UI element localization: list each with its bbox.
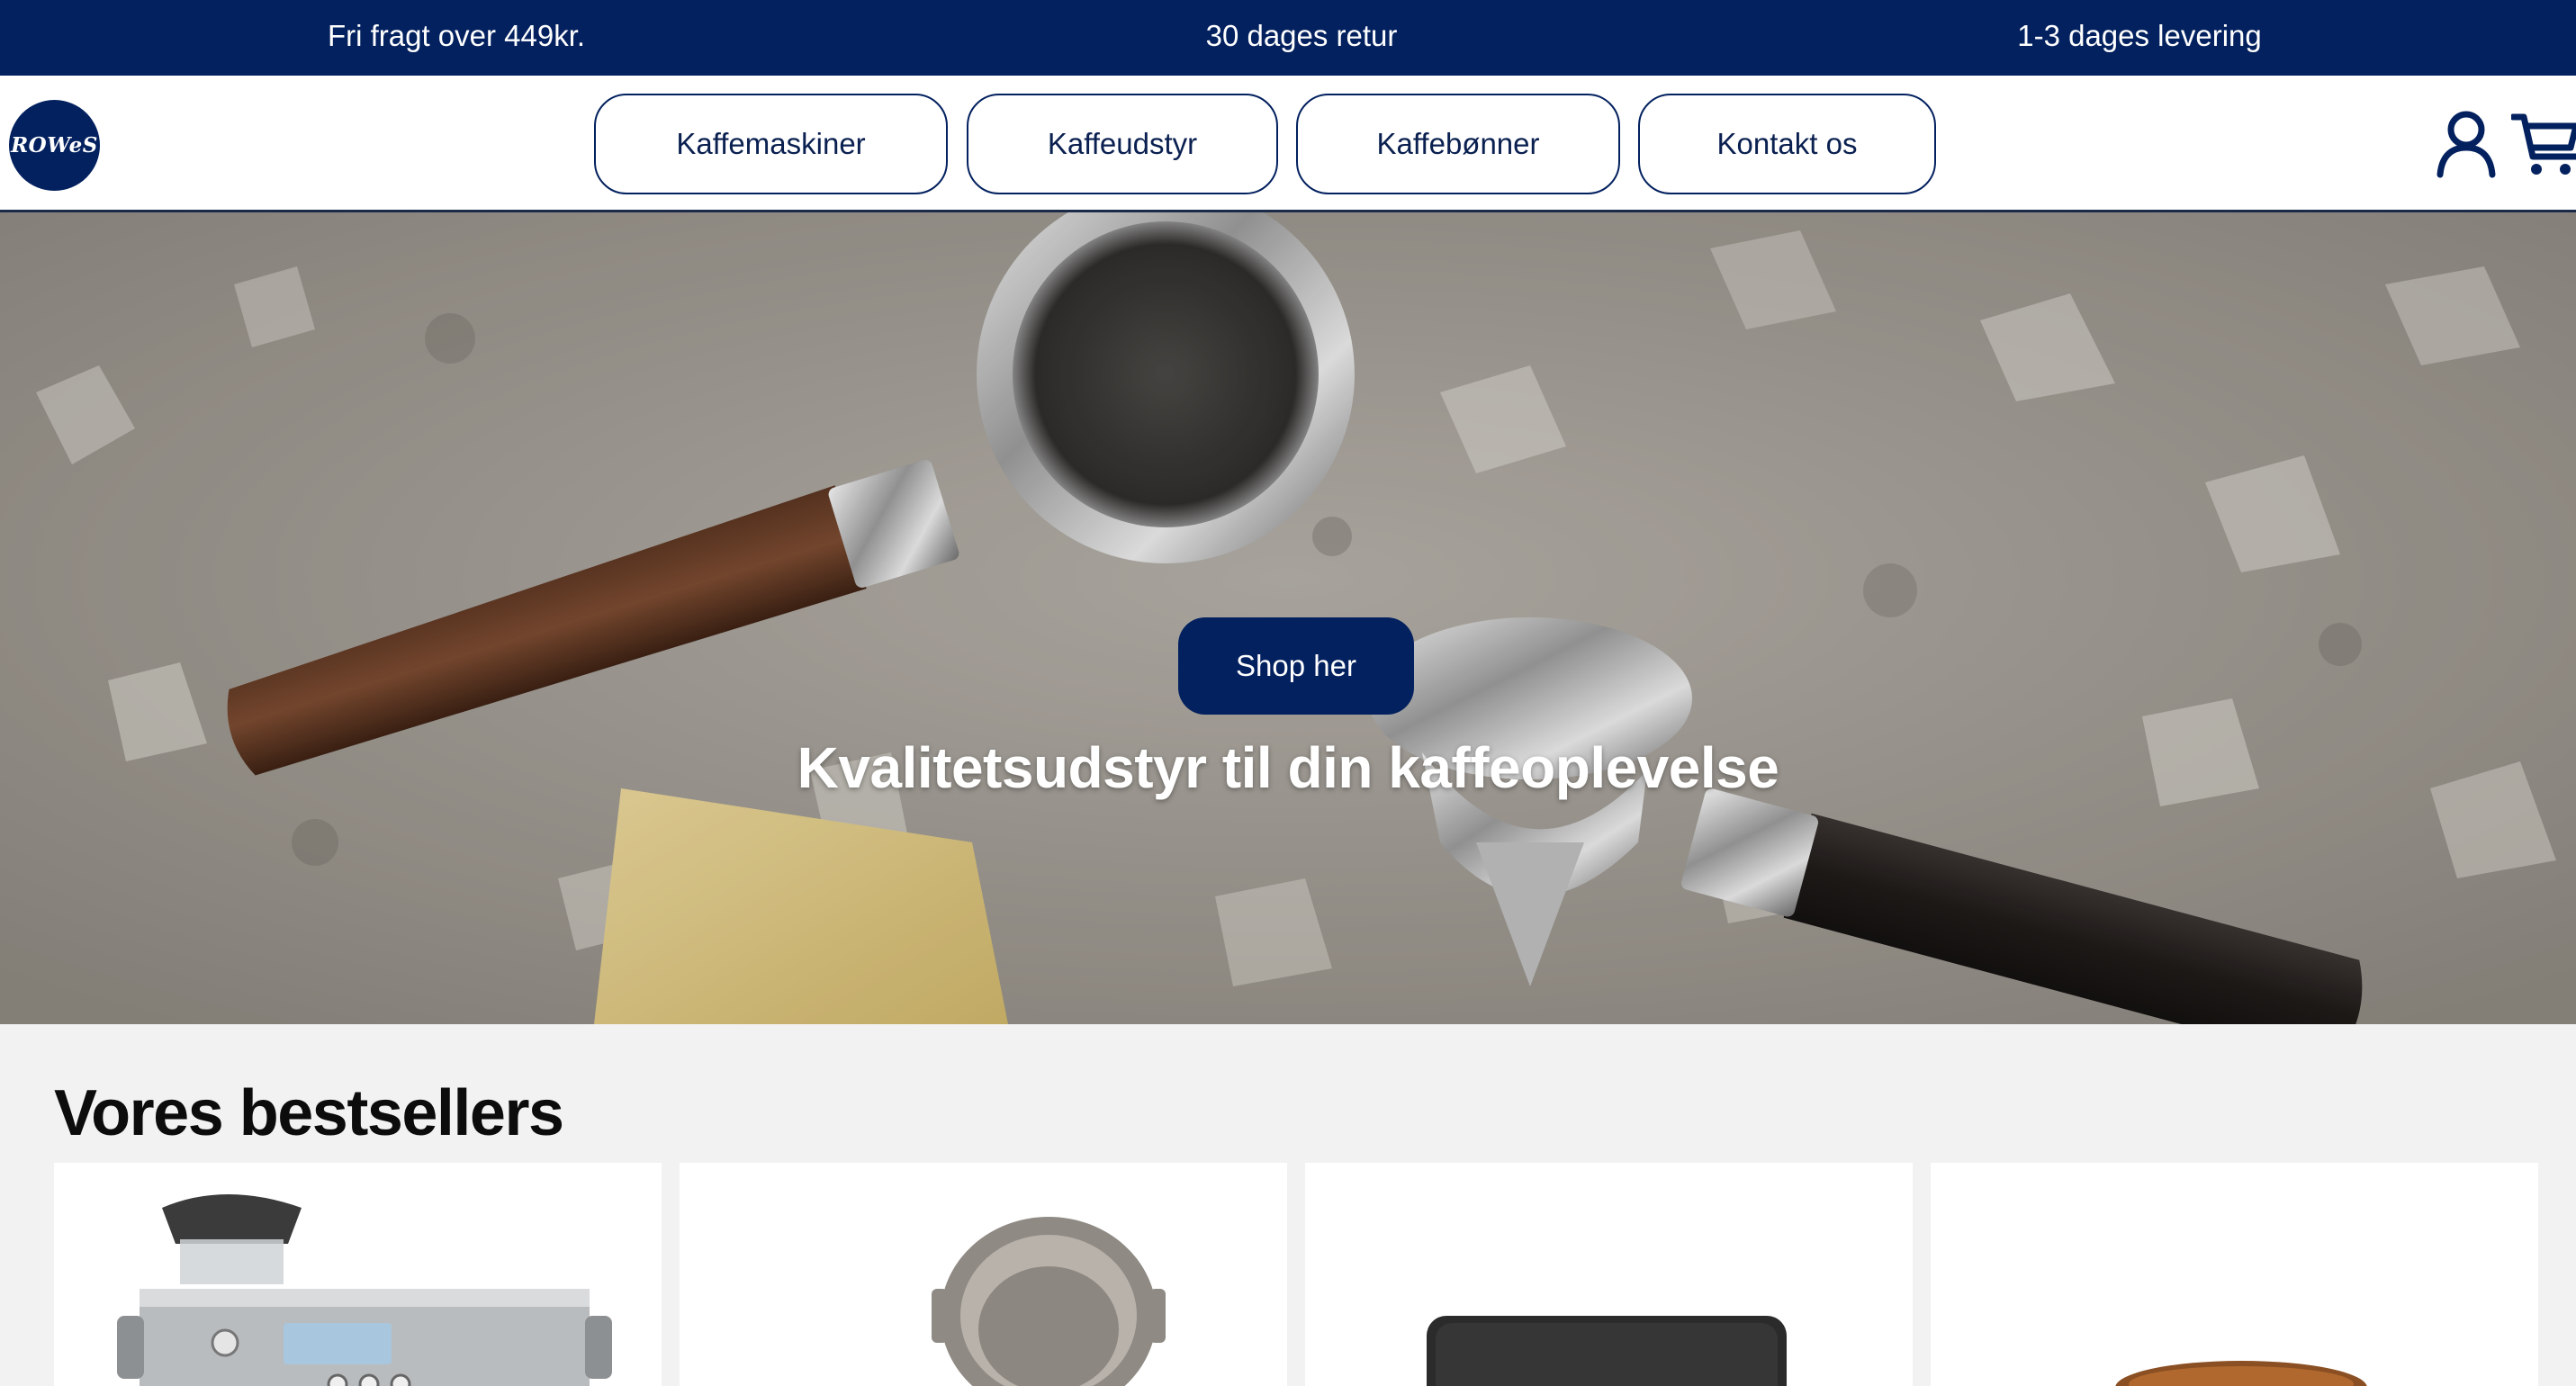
tamping-mat-image: [1427, 1316, 1787, 1386]
product-card-tamping-mat[interactable]: [1305, 1163, 1913, 1386]
shop-now-button[interactable]: Shop her: [1178, 617, 1414, 715]
logo[interactable]: ROWeS: [9, 100, 100, 191]
cart-icon[interactable]: [2509, 110, 2576, 180]
hero-banner: Kvalitetsudstyr til din kaffeoplevelse S…: [0, 212, 2576, 1024]
announcement-returns: 30 dages retur: [1205, 19, 1398, 52]
site-header: ROWeS Kaffemaskiner Kaffeudstyr Kaffebøn…: [0, 76, 2576, 212]
product-card-portafilter-basket[interactable]: [680, 1163, 1287, 1386]
announcement-free-shipping: Fri fragt over 449kr.: [327, 19, 586, 52]
nav-kaffeudstyr[interactable]: Kaffeudstyr: [967, 94, 1278, 194]
wooden-tamper-image: [2115, 1361, 2367, 1386]
bestsellers-title: Vores bestsellers: [54, 1077, 564, 1149]
nav-kaffebonner[interactable]: Kaffebønner: [1296, 94, 1620, 194]
product-card-espresso-machine[interactable]: [54, 1163, 662, 1386]
portafilter-basket-image: [932, 1217, 1166, 1386]
nav-kontakt-os[interactable]: Kontakt os: [1638, 94, 1936, 194]
product-card-wooden-tamper[interactable]: [1931, 1163, 2538, 1386]
nav-kaffemaskiner[interactable]: Kaffemaskiner: [594, 94, 948, 194]
user-icon[interactable]: [2435, 108, 2498, 178]
espresso-machine-image: [117, 1194, 612, 1386]
hero-title: Kvalitetsudstyr til din kaffeoplevelse: [797, 735, 1779, 800]
announcement-delivery: 1-3 dages levering: [2017, 19, 2262, 52]
logo-text: ROWeS: [11, 133, 98, 158]
announcement-bar: Fri fragt over 449kr. 30 dages retur 1-3…: [0, 0, 2576, 76]
